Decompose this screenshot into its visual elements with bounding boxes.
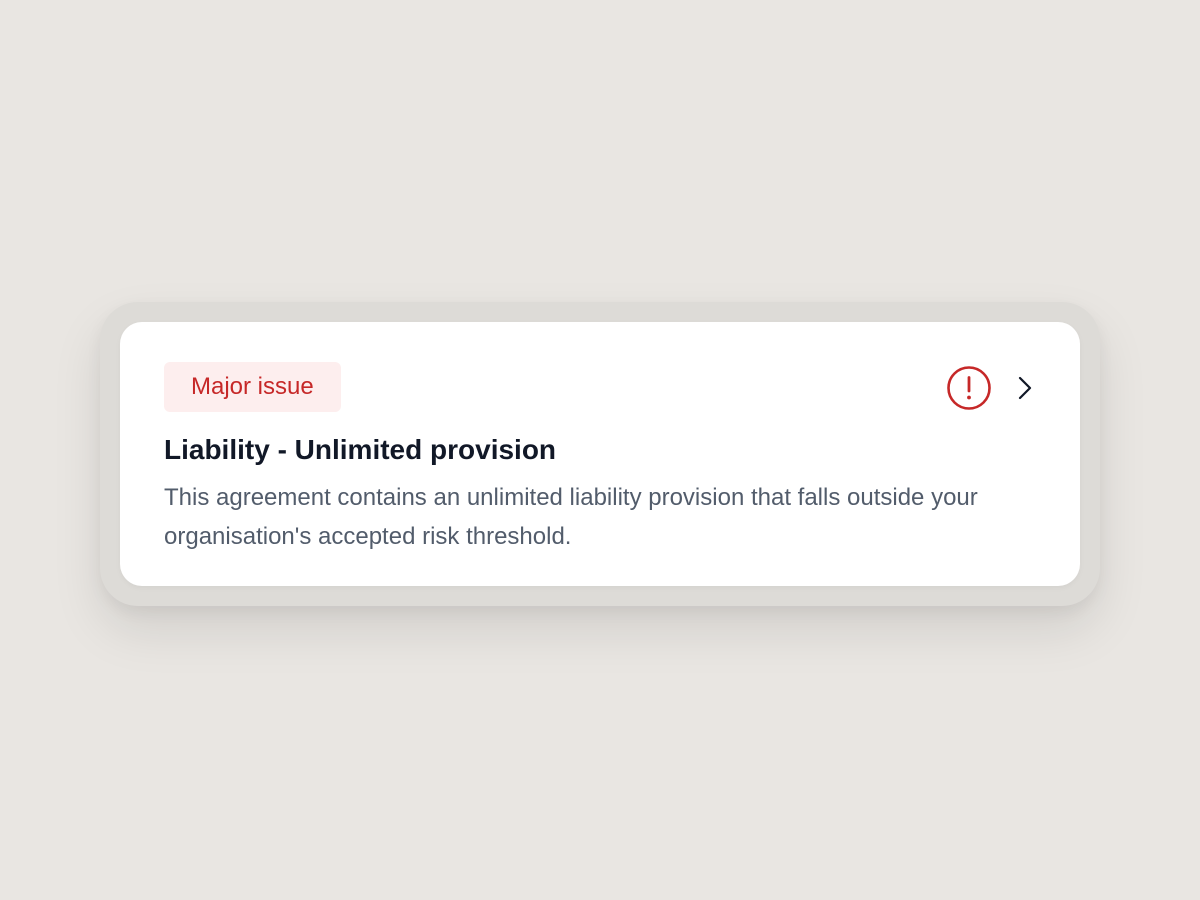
issue-title: Liability - Unlimited provision [164, 434, 557, 465]
chevron-right-icon [1018, 376, 1032, 400]
card-actions [946, 365, 1036, 411]
alert-circle-icon [947, 366, 991, 410]
issue-card[interactable]: Major issue Liability - Unlimited provis… [120, 322, 1080, 586]
issue-description: This agreement contains an unlimited lia… [164, 484, 978, 550]
page-background: Major issue Liability - Unlimited provis… [0, 0, 1200, 900]
severity-badge: Major issue [164, 362, 341, 412]
open-details-button[interactable] [1014, 373, 1036, 403]
